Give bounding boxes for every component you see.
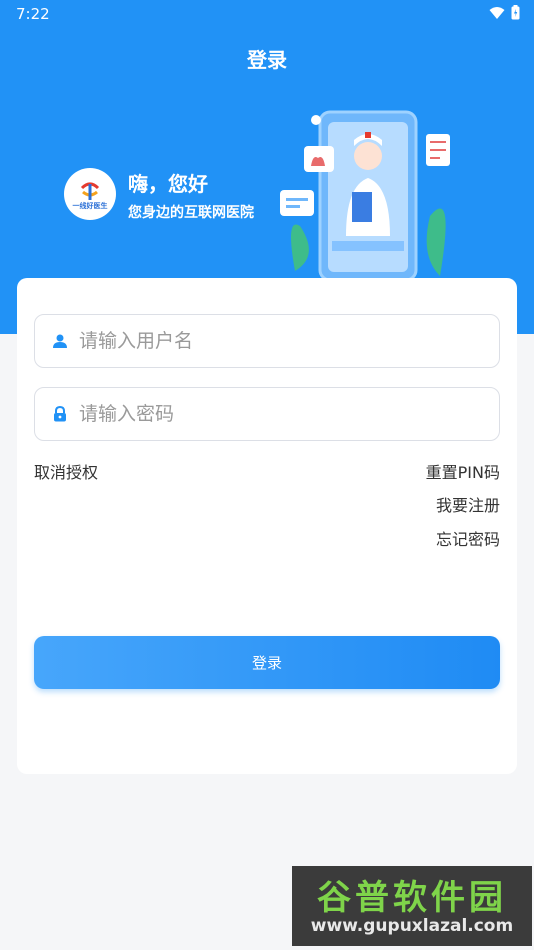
hospital-logo: 一线好医生 xyxy=(64,168,116,220)
reset-pin-link[interactable]: 重置PIN码 xyxy=(426,459,500,483)
username-field xyxy=(34,314,500,368)
password-field xyxy=(34,387,500,441)
status-icons xyxy=(489,5,520,20)
username-input[interactable] xyxy=(79,330,459,352)
doctor-illustration xyxy=(280,110,450,282)
page-title: 登录 xyxy=(247,48,287,72)
lock-icon xyxy=(52,405,70,423)
wifi-icon xyxy=(489,6,505,19)
password-input[interactable] xyxy=(79,403,459,425)
watermark: 谷普软件园 www.gupuxlazal.com xyxy=(292,866,532,946)
greeting-text: 嗨，您好 xyxy=(128,172,208,196)
forgot-password-link[interactable]: 忘记密码 xyxy=(436,526,500,550)
register-link[interactable]: 我要注册 xyxy=(436,492,500,516)
battery-icon xyxy=(511,5,520,20)
user-icon xyxy=(52,332,70,350)
tagline-text: 您身边的互联网医院 xyxy=(128,205,254,221)
cancel-auth-link[interactable]: 取消授权 xyxy=(34,459,98,483)
status-bar: 7:22 xyxy=(0,0,534,28)
login-button[interactable]: 登录 xyxy=(34,636,500,689)
watermark-name: 谷普软件园 xyxy=(317,878,507,918)
watermark-url: www.gupuxlazal.com xyxy=(310,916,514,936)
logo-icon: 一线好医生 xyxy=(69,173,111,215)
status-time: 7:22 xyxy=(16,5,50,23)
logo-text: 一线好医生 xyxy=(73,201,108,210)
